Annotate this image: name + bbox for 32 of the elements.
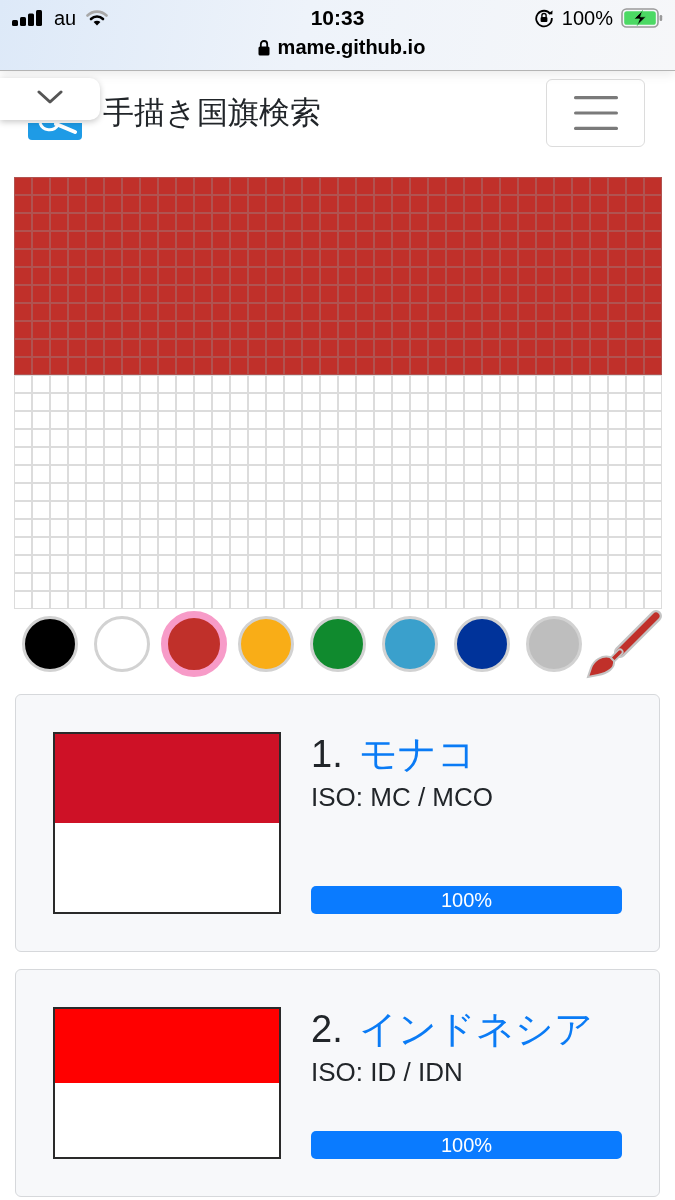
iso-code: ISO: ID / IDN [311,1057,464,1089]
rank-number: 2. [311,1008,343,1051]
menu-button[interactable] [546,79,645,147]
logo-icon [28,123,82,140]
lock-icon [257,38,270,56]
match-percent: 100% [440,1133,493,1157]
color-swatch[interactable] [310,616,366,672]
paintbrush-icon[interactable] [584,608,662,680]
menu-icon [573,96,618,130]
color-swatch[interactable] [238,616,294,672]
match-percent: 100% [440,888,493,912]
color-swatch[interactable] [22,616,78,672]
country-name-link[interactable]: インドネシア [358,1008,593,1051]
chevron-down-icon [37,90,63,104]
color-swatch[interactable] [382,616,438,672]
carrier-name: au [54,6,77,30]
iso-code: ISO: MC / MCO [311,782,494,813]
battery-charging-icon [621,8,663,28]
drawing-canvas[interactable] [14,177,662,609]
signal-icon [12,9,42,26]
country-name-link[interactable]: モナコ [358,733,476,775]
show-toolbar-button[interactable] [0,78,100,120]
color-swatch[interactable] [526,616,582,672]
rank-number: 1. [311,733,343,775]
site-title: 手描き国旗検索 [103,94,321,132]
wifi-icon [86,10,109,26]
battery-percent: 100% [561,6,613,30]
orientation-lock-icon [533,8,554,28]
address-url[interactable]: mame.github.io [277,35,426,59]
color-swatch[interactable] [454,616,510,672]
clock-time: 10:33 [310,6,365,30]
color-swatch[interactable] [94,616,150,672]
